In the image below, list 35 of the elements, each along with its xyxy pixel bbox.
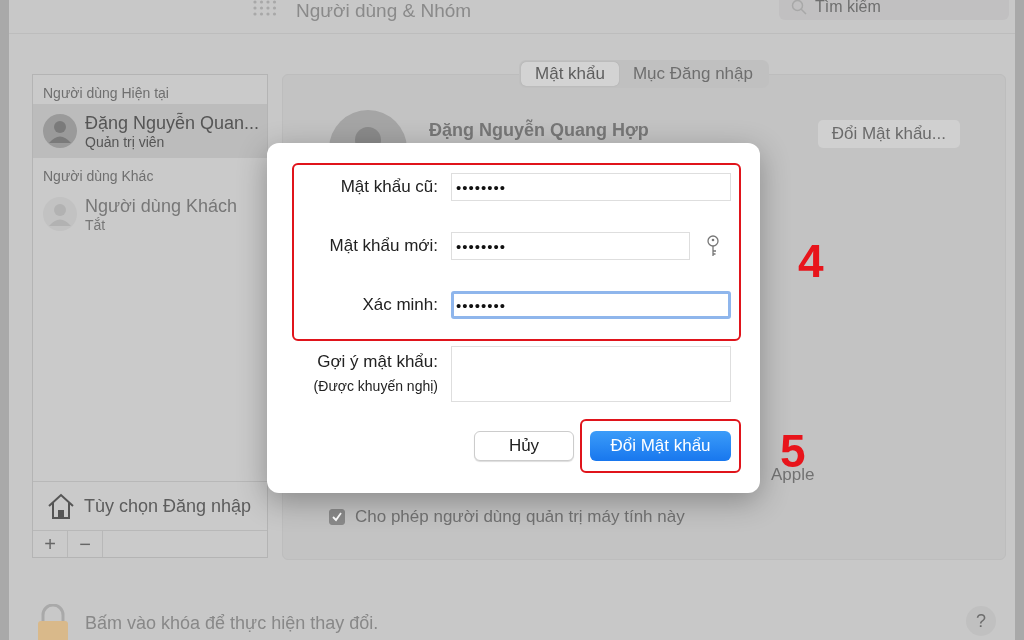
- search-icon: [791, 0, 807, 15]
- user-name: Đặng Nguyễn Quang Hợp: [429, 120, 649, 142]
- user-item[interactable]: Đặng Nguyễn Quan... Quản trị viên: [33, 104, 267, 159]
- lock-hint: Bấm vào khóa để thực hiện thay đổi.: [85, 613, 379, 634]
- avatar-icon: [43, 197, 77, 232]
- lock-icon[interactable]: [35, 604, 71, 640]
- section-header: Người dùng Khác: [42, 167, 155, 187]
- confirm-button[interactable]: Đổi Mật khẩu: [590, 431, 731, 461]
- change-password-button[interactable]: Đổi Mật khẩu...: [817, 120, 960, 149]
- password-field[interactable]: ••••••••: [451, 232, 690, 260]
- grid-icon[interactable]: [252, 0, 278, 16]
- section-header: Người dùng Hiện tại: [42, 84, 170, 104]
- key-icon[interactable]: [706, 235, 720, 257]
- help-button[interactable]: ?: [966, 606, 996, 636]
- field-label: Gợi ý mật khẩu:: [317, 352, 438, 372]
- login-options-item[interactable]: Tùy chọn Đăng nhập: [33, 481, 267, 531]
- field-label: Xác minh:: [361, 295, 438, 315]
- field-sublabel: (Được khuyến nghị): [313, 378, 438, 394]
- tab[interactable]: Mật khẩu: [521, 62, 619, 87]
- field-label: Mật khẩu cũ:: [339, 177, 438, 197]
- avatar-icon: [43, 114, 77, 149]
- window-title: Người dùng & Nhóm: [296, 0, 472, 22]
- password-field[interactable]: ••••••••: [451, 291, 731, 319]
- field-label: Mật khẩu mới:: [328, 236, 438, 256]
- step-number: 4: [798, 238, 824, 284]
- house-icon: [46, 492, 76, 521]
- add-button[interactable]: +: [33, 531, 68, 558]
- remove-button[interactable]: −: [68, 531, 103, 558]
- cancel-button[interactable]: Hủy: [474, 431, 574, 461]
- checkbox[interactable]: [329, 509, 345, 526]
- password-field[interactable]: ••••••••: [451, 173, 731, 201]
- hint-field[interactable]: [451, 346, 731, 402]
- checkbox-label: Cho phép người dùng quản trị máy tính này: [355, 507, 685, 528]
- search-field[interactable]: Tìm kiếm: [779, 0, 1009, 20]
- tab[interactable]: Mục Đăng nhập: [618, 62, 767, 87]
